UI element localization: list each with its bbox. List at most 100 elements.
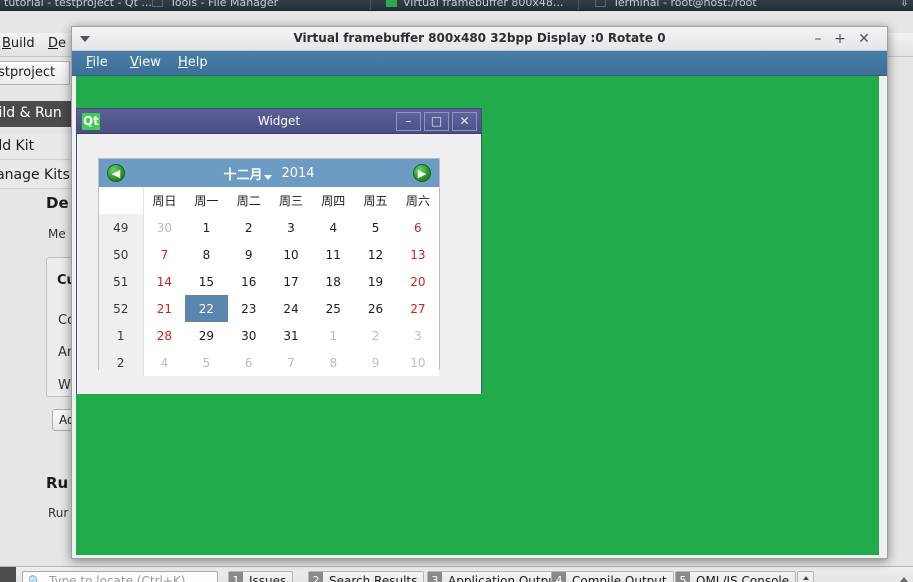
calendar-day-cell[interactable]: 5	[185, 349, 228, 376]
calendar-day-cell[interactable]: 18	[312, 268, 355, 295]
calendar-month-label[interactable]: 十二月	[223, 164, 262, 183]
calendar-day-cell[interactable]: 31	[269, 322, 313, 349]
output-pane-number: 3	[428, 572, 442, 582]
calendar-day-cell[interactable]: 25	[312, 295, 355, 322]
menu-build[interactable]: Build	[2, 36, 35, 51]
calendar-day-cell[interactable]: 13	[396, 241, 439, 268]
calendar-day-cell[interactable]: 3	[396, 322, 439, 349]
locator-input[interactable]: 🔍 Type to locate (Ctrl+K)	[22, 571, 218, 582]
calendar-week-row: 2 4 5 6 7 8 9 10	[99, 349, 439, 376]
calendar-day-cell[interactable]: 26	[354, 295, 397, 322]
calendar-day-cell[interactable]: 1	[312, 322, 355, 349]
arrow-left-circle-icon[interactable]: ◀	[107, 164, 125, 182]
calendar-day-cell[interactable]: 20	[396, 268, 439, 295]
output-pane-search-results[interactable]: 2 Search Results	[308, 571, 425, 582]
taskbar-item-filemanager[interactable]: Tools - File Manager	[170, 0, 278, 10]
calendar-day-cell[interactable]: 7	[143, 241, 186, 268]
maximize-output-icon[interactable]	[900, 577, 908, 582]
calendar-day-cell[interactable]: 7	[269, 349, 313, 376]
calendar-widget[interactable]: ◀ 十二月 2014 ▶ 周日 周一 周二 周三 周四 周五 周六 49 30 …	[98, 158, 440, 376]
calendar-day-cell[interactable]: 1	[185, 214, 228, 241]
minimize-button[interactable]: –	[396, 112, 421, 131]
virtual-framebuffer-window: Virtual framebuffer 800x480 32bpp Displa…	[71, 26, 888, 559]
week-number-cell: 51	[99, 268, 144, 295]
menu-view[interactable]: View	[130, 55, 161, 70]
calendar-day-cell[interactable]: 4	[143, 349, 186, 376]
calendar-day-cell[interactable]: 11	[312, 241, 355, 268]
taskbar-item-qtcreator[interactable]: tutorial - testproject - Qt ...	[4, 0, 152, 10]
calendar-day-cell[interactable]: 2	[354, 322, 397, 349]
label-run: Rur	[48, 506, 69, 520]
filemanager-icon	[152, 0, 163, 7]
output-pane-spinner[interactable]	[797, 571, 814, 582]
menu-debug[interactable]: De	[48, 36, 66, 51]
calendar-day-cell[interactable]: 8	[312, 349, 355, 376]
calendar-day-cell[interactable]: 8	[185, 241, 228, 268]
calendar-day-cell[interactable]: 10	[396, 349, 439, 376]
menu-help[interactable]: Help	[178, 55, 208, 70]
calendar-day-cell[interactable]: 6	[227, 349, 270, 376]
desktop-taskbar: tutorial - testproject - Qt ... Tools - …	[0, 0, 913, 11]
qt-widget-body: ◀ 十二月 2014 ▶ 周日 周一 周二 周三 周四 周五 周六 49 30 …	[77, 134, 481, 394]
qt-widget-titlebar[interactable]: Qt Widget – □ ✕	[77, 109, 481, 134]
terminal-icon	[595, 0, 606, 7]
calendar-week-row: 50 7 8 9 10 11 12 13	[99, 241, 439, 268]
chevron-down-icon[interactable]	[264, 175, 273, 180]
day-header-friday: 周五	[354, 187, 397, 214]
close-button[interactable]: ✕	[855, 31, 873, 48]
calendar-week-row: 49 30 1 2 3 4 5 6	[99, 214, 439, 241]
calendar-day-cell[interactable]: 3	[269, 214, 313, 241]
calendar-day-cell[interactable]: 2	[227, 214, 270, 241]
close-button[interactable]: ✕	[452, 112, 477, 131]
calendar-day-cell[interactable]: 5	[354, 214, 397, 241]
calendar-day-cell[interactable]: 28	[143, 322, 186, 349]
menu-file[interactable]: File	[86, 55, 108, 70]
sidebar-item-build-and-run[interactable]: Build & Run	[0, 101, 72, 127]
calendar-day-cell[interactable]: 9	[227, 241, 270, 268]
calendar-year-label[interactable]: 2014	[281, 166, 314, 181]
qvfb-titlebar[interactable]: Virtual framebuffer 800x480 32bpp Displa…	[72, 27, 887, 51]
calendar-day-cell[interactable]: 14	[143, 268, 186, 295]
calendar-day-cell[interactable]: 21	[143, 295, 186, 322]
output-pane-qml-js-console[interactable]: 5 QML/JS Console	[675, 571, 797, 582]
calendar-day-cell[interactable]: 22	[185, 295, 228, 322]
section-heading-desktop: De	[46, 194, 69, 212]
maximize-button[interactable]: □	[424, 112, 449, 131]
taskbar-item-framebuffer[interactable]: Virtual framebuffer 800x48...	[403, 0, 563, 10]
output-pane-issues[interactable]: 1 Issues	[228, 571, 294, 582]
calendar-day-cell[interactable]: 30	[143, 214, 186, 241]
calendar-day-cell[interactable]: 12	[354, 241, 397, 268]
calendar-day-cell[interactable]: 16	[227, 268, 270, 295]
maximize-button[interactable]: +	[831, 31, 849, 48]
output-pane-application-output[interactable]: 3 Application Output	[427, 571, 568, 582]
project-combo[interactable]: testproject	[0, 61, 70, 85]
sidebar-item-add-kit[interactable]: Add Kit	[0, 134, 72, 160]
calendar-week-row: 52 21 22 23 24 25 26 27	[99, 295, 439, 322]
calendar-day-cell[interactable]: 29	[185, 322, 228, 349]
minimize-button[interactable]: –	[809, 31, 827, 48]
sidebar-item-manage-kits[interactable]: Manage Kits...	[0, 163, 83, 189]
day-header-tuesday: 周二	[227, 187, 270, 214]
section-heading-run: Ru	[46, 474, 69, 492]
calendar-day-cell[interactable]: 9	[354, 349, 397, 376]
calendar-day-cell[interactable]: 4	[312, 214, 355, 241]
arrow-right-circle-icon[interactable]: ▶	[413, 164, 431, 182]
network-down-icon[interactable]: ⇩	[900, 0, 909, 10]
taskbar-item-terminal[interactable]: Terminal - root@host:/root	[613, 0, 757, 10]
framebuffer-screen[interactable]: Qt Widget – □ ✕ ◀ 十二月 2014 ▶ 周日 周一 周二 周三…	[76, 76, 879, 555]
output-pane-number: 1	[229, 572, 243, 582]
calendar-day-cell[interactable]: 23	[227, 295, 270, 322]
calendar-day-cell[interactable]: 24	[269, 295, 313, 322]
calendar-day-cell[interactable]: 27	[396, 295, 439, 322]
calendar-day-cell[interactable]: 17	[269, 268, 313, 295]
calendar-day-cell[interactable]: 6	[396, 214, 439, 241]
output-pane-label: Search Results	[329, 574, 418, 582]
week-number-cell: 49	[99, 214, 144, 241]
calendar-day-cell[interactable]: 19	[354, 268, 397, 295]
calendar-day-cell[interactable]: 15	[185, 268, 228, 295]
calendar-day-cell[interactable]: 10	[269, 241, 313, 268]
qtcreator-statusbar: 🔍 Type to locate (Ctrl+K) 1 Issues 2 Sea…	[0, 566, 913, 582]
output-pane-compile-output[interactable]: 4 Compile Output	[551, 571, 674, 582]
calendar-day-cell[interactable]: 30	[227, 322, 270, 349]
framebuffer-icon	[386, 0, 397, 7]
